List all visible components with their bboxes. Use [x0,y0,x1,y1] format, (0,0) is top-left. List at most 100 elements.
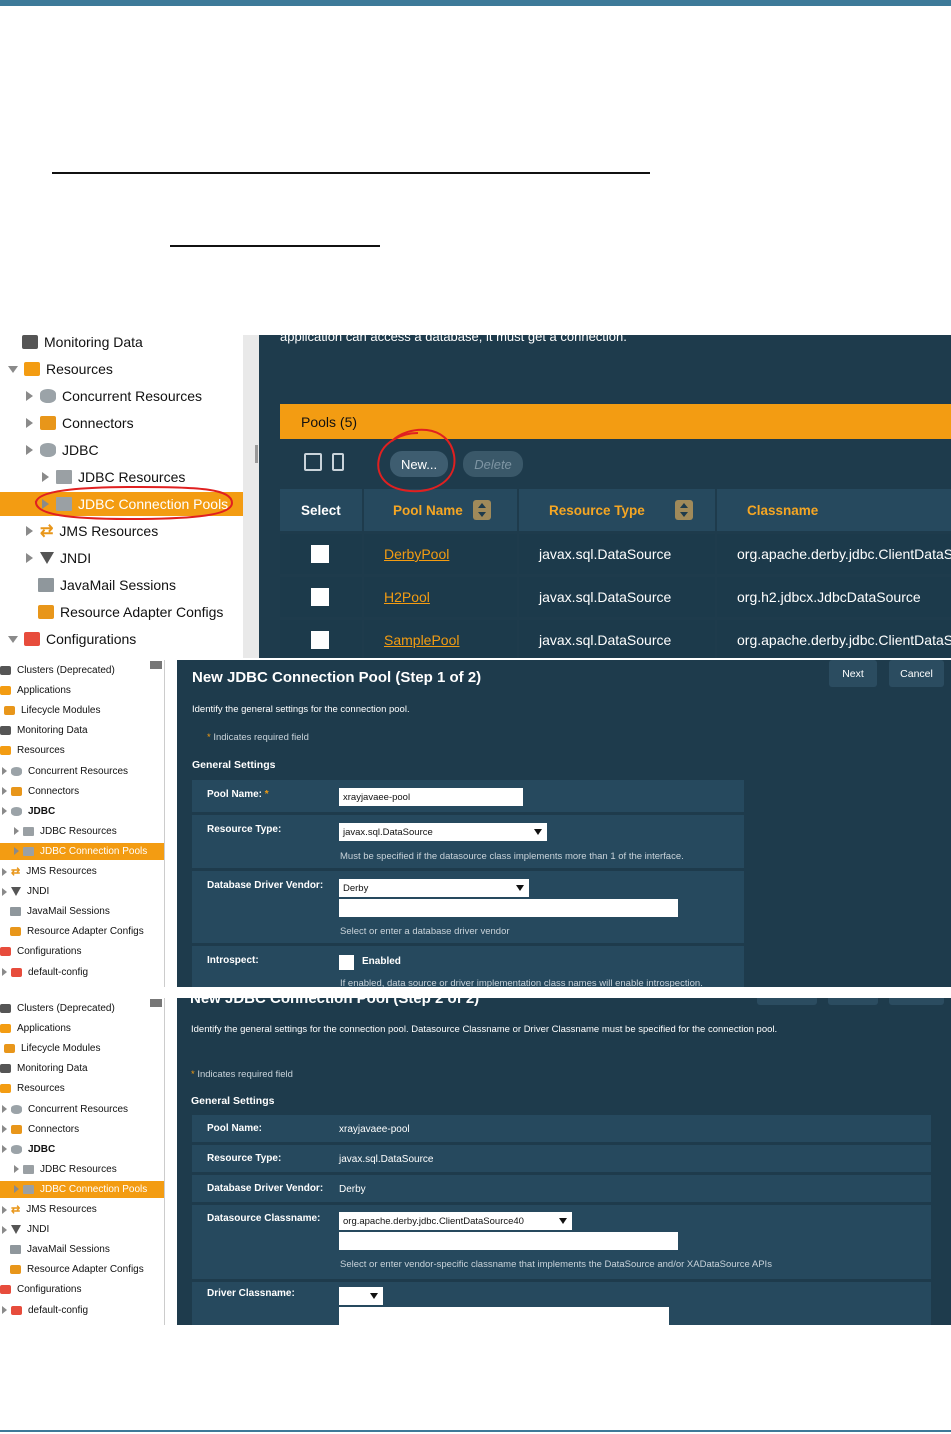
sidebar-splitter-handle[interactable] [255,445,258,463]
expand-arrow-icon[interactable] [26,553,33,563]
pool-name-link[interactable]: SamplePool [384,632,460,648]
sidebar-item[interactable]: JDBC Resources [0,1161,164,1178]
delete-pool-button[interactable]: Delete [463,451,523,477]
row-checkbox[interactable] [311,588,329,606]
expand-arrow-icon[interactable] [2,807,7,816]
expand-arrow-icon[interactable] [2,1205,7,1214]
sidebar-item[interactable]: Connectors [0,411,243,435]
sidebar-item[interactable]: Resources [0,742,164,759]
expand-arrow-icon[interactable] [2,867,7,876]
sidebar-item[interactable]: default-config [0,1302,164,1319]
ds-classname-input[interactable] [339,1232,678,1250]
sidebar-item[interactable]: Monitoring Data [0,722,164,739]
sidebar-item[interactable]: Resource Adapter Configs [0,923,164,940]
pool-name-link[interactable]: DerbyPool [384,546,449,562]
finish-button[interactable] [757,998,817,1005]
sidebar-item[interactable]: JNDI [0,1221,164,1238]
ds-classname-select[interactable]: org.apache.derby.jdbc.ClientDataSource40 [339,1212,572,1230]
sidebar-item[interactable]: JDBC Resources [0,823,164,840]
driver-classname-input[interactable] [339,1307,669,1325]
sort-icon[interactable] [472,500,491,520]
sidebar-item[interactable]: JDBC [0,1141,164,1158]
sidebar-item[interactable]: Connectors [0,1121,164,1138]
pool-name-input[interactable]: xrayjavaee-pool [339,788,523,806]
sidebar-item[interactable]: JavaMail Sessions [0,903,164,920]
sidebar-item[interactable]: ⇄ JMS Resources [0,863,164,880]
sidebar-item[interactable]: JavaMail Sessions [0,573,243,597]
sidebar-item[interactable]: Concurrent Resources [0,384,243,408]
expand-arrow-icon[interactable] [2,968,7,976]
sidebar-item[interactable]: Clusters (Deprecated) [0,1000,164,1017]
sidebar-item[interactable]: Clusters (Deprecated) [0,662,164,679]
sidebar-item[interactable]: JNDI [0,883,164,900]
sort-icon[interactable] [674,500,693,520]
expand-arrow-icon[interactable] [2,767,7,775]
sidebar-item-label: JDBC [62,442,99,458]
next-button[interactable]: Next [829,660,877,687]
collapse-sidebar-icon[interactable] [150,661,162,669]
resource-type-select[interactable]: javax.sql.DataSource [339,823,547,841]
sidebar-item[interactable]: Configurations [0,627,243,651]
sidebar-item[interactable]: Resource Adapter Configs [0,1261,164,1278]
sidebar-item[interactable]: Lifecycle Modules [0,702,164,719]
column-resource-type[interactable]: Resource Type [519,489,715,531]
cancel-button[interactable]: Cancel [889,660,944,687]
pool-name-link[interactable]: H2Pool [384,589,430,605]
expand-arrow-icon[interactable] [2,1145,7,1154]
expand-arrow-icon[interactable] [2,1306,7,1314]
expand-arrow-icon[interactable] [2,1125,7,1134]
expand-arrow-icon[interactable] [2,787,7,796]
expand-arrow-icon[interactable] [26,526,33,536]
vendor-input[interactable] [339,899,678,917]
expand-arrow-icon[interactable] [26,445,33,455]
sidebar-item[interactable]: JDBC [0,803,164,820]
deselect-all-icon[interactable] [332,453,344,471]
sidebar-item[interactable]: Connectors [0,783,164,800]
sidebar-item[interactable]: JavaMail Sessions [0,1241,164,1258]
expand-arrow-icon[interactable] [2,887,7,896]
expand-arrow-icon[interactable] [14,1165,19,1174]
sidebar-item[interactable]: Concurrent Resources [0,763,164,780]
expand-arrow-icon[interactable] [42,472,49,482]
expand-arrow-icon[interactable] [2,1225,7,1234]
sidebar-item[interactable]: Resource Adapter Configs [0,600,243,624]
sidebar-item[interactable]: default-config [0,964,164,981]
sidebar-item-label: JavaMail Sessions [27,1244,110,1256]
collapse-arrow-icon[interactable] [8,635,18,643]
sidebar-item[interactable]: Configurations [0,1281,164,1298]
sidebar-item[interactable]: JDBC Connection Pools [0,842,164,860]
sidebar-item[interactable]: Resources [0,357,243,381]
sidebar-item[interactable]: JDBC Connection Pools [0,1180,164,1198]
select-all-icon[interactable] [304,453,322,471]
sidebar-item[interactable]: Concurrent Resources [0,1101,164,1118]
expand-arrow-icon[interactable] [14,827,19,836]
expand-arrow-icon[interactable] [14,847,19,856]
expand-arrow-icon[interactable] [14,1185,19,1194]
sidebar-item[interactable]: Applications [0,682,164,699]
collapse-sidebar-icon[interactable] [150,999,162,1007]
driver-classname-select[interactable] [339,1287,383,1305]
row-checkbox[interactable] [311,631,329,649]
sidebar-item[interactable]: ⇄ JMS Resources [0,1201,164,1218]
collapse-arrow-icon[interactable] [8,365,18,373]
sidebar-item[interactable]: Applications [0,1020,164,1037]
introspect-checkbox[interactable] [339,955,354,970]
sidebar-item[interactable]: JNDI [0,546,243,570]
expand-arrow-icon[interactable] [26,418,33,428]
sidebar-item[interactable]: Lifecycle Modules [0,1040,164,1057]
row-checkbox[interactable] [311,545,329,563]
sidebar-item[interactable]: Monitoring Data [0,335,243,354]
previous-button[interactable] [828,998,878,1005]
vendor-select[interactable]: Derby [339,879,529,897]
monitor-icon [0,726,11,736]
sidebar-item[interactable]: Resources [0,1080,164,1097]
sidebar-item[interactable]: Monitoring Data [0,1060,164,1077]
sidebar-item[interactable]: JDBC [0,438,243,462]
sidebar-scrollbar[interactable] [243,335,259,658]
expand-arrow-icon[interactable] [26,391,33,401]
cancel-button[interactable] [889,998,944,1005]
expand-arrow-icon[interactable] [2,1105,7,1113]
sidebar-item[interactable]: Configurations [0,943,164,960]
column-classname[interactable]: Classname [717,489,951,531]
vendor-hint: Select or enter a database driver vendor [340,926,510,937]
